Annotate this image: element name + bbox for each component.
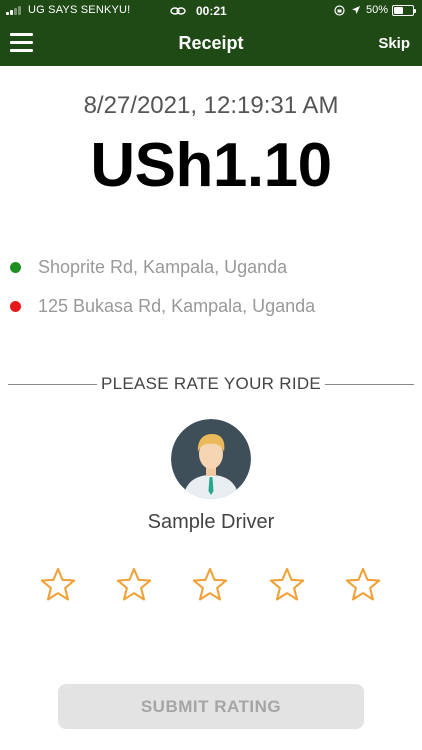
dropoff-dot-icon bbox=[10, 301, 21, 312]
page-title: Receipt bbox=[178, 33, 244, 53]
location-arrow-icon bbox=[351, 6, 360, 14]
battery-fill bbox=[394, 6, 403, 14]
star-5-icon[interactable] bbox=[344, 566, 382, 604]
trip-amount: USh1.10 bbox=[90, 131, 332, 200]
rotation-lock-icon bbox=[334, 4, 345, 16]
star-4-icon[interactable] bbox=[268, 566, 306, 604]
driver-name: Sample Driver bbox=[147, 511, 275, 533]
driver-avatar-icon bbox=[171, 419, 251, 499]
submit-rating-button[interactable]: SUBMIT RATING bbox=[58, 684, 364, 729]
receipt-screen: UG SAYS SENKYU! 00:21 50% Receipt Skip 8… bbox=[0, 0, 422, 750]
star-rating bbox=[0, 566, 422, 606]
divider-line-left bbox=[8, 383, 97, 385]
carrier-name: UG SAYS SENKYU! bbox=[28, 4, 131, 16]
pickup-address: Shoprite Rd, Kampala, Uganda bbox=[38, 257, 288, 277]
rate-ride-heading: PLEASE RATE YOUR RIDE bbox=[8, 374, 414, 394]
star-1-icon[interactable] bbox=[39, 566, 77, 604]
clock-time: 00:21 bbox=[196, 4, 227, 18]
battery-icon bbox=[392, 4, 416, 16]
signal-strength-icon bbox=[6, 5, 22, 15]
pickup-dot-icon bbox=[10, 262, 21, 273]
divider-line-right bbox=[325, 383, 414, 385]
status-bar: UG SAYS SENKYU! 00:21 50% bbox=[0, 0, 422, 22]
star-3-icon[interactable] bbox=[191, 566, 229, 604]
dropoff-address: 125 Bukasa Rd, Kampala, Uganda bbox=[38, 296, 316, 316]
pickup-location: Shoprite Rd, Kampala, Uganda bbox=[10, 257, 287, 278]
skip-button[interactable]: Skip bbox=[378, 35, 410, 52]
dropoff-location: 125 Bukasa Rd, Kampala, Uganda bbox=[10, 296, 315, 317]
rate-ride-label: PLEASE RATE YOUR RIDE bbox=[100, 374, 322, 393]
battery-percentage: 50% bbox=[365, 4, 388, 16]
navigation-bar: Receipt Skip bbox=[0, 22, 422, 66]
star-2-icon[interactable] bbox=[115, 566, 153, 604]
trip-datetime: 8/27/2021, 12:19:31 AM bbox=[83, 92, 339, 119]
link-icon bbox=[170, 7, 186, 15]
